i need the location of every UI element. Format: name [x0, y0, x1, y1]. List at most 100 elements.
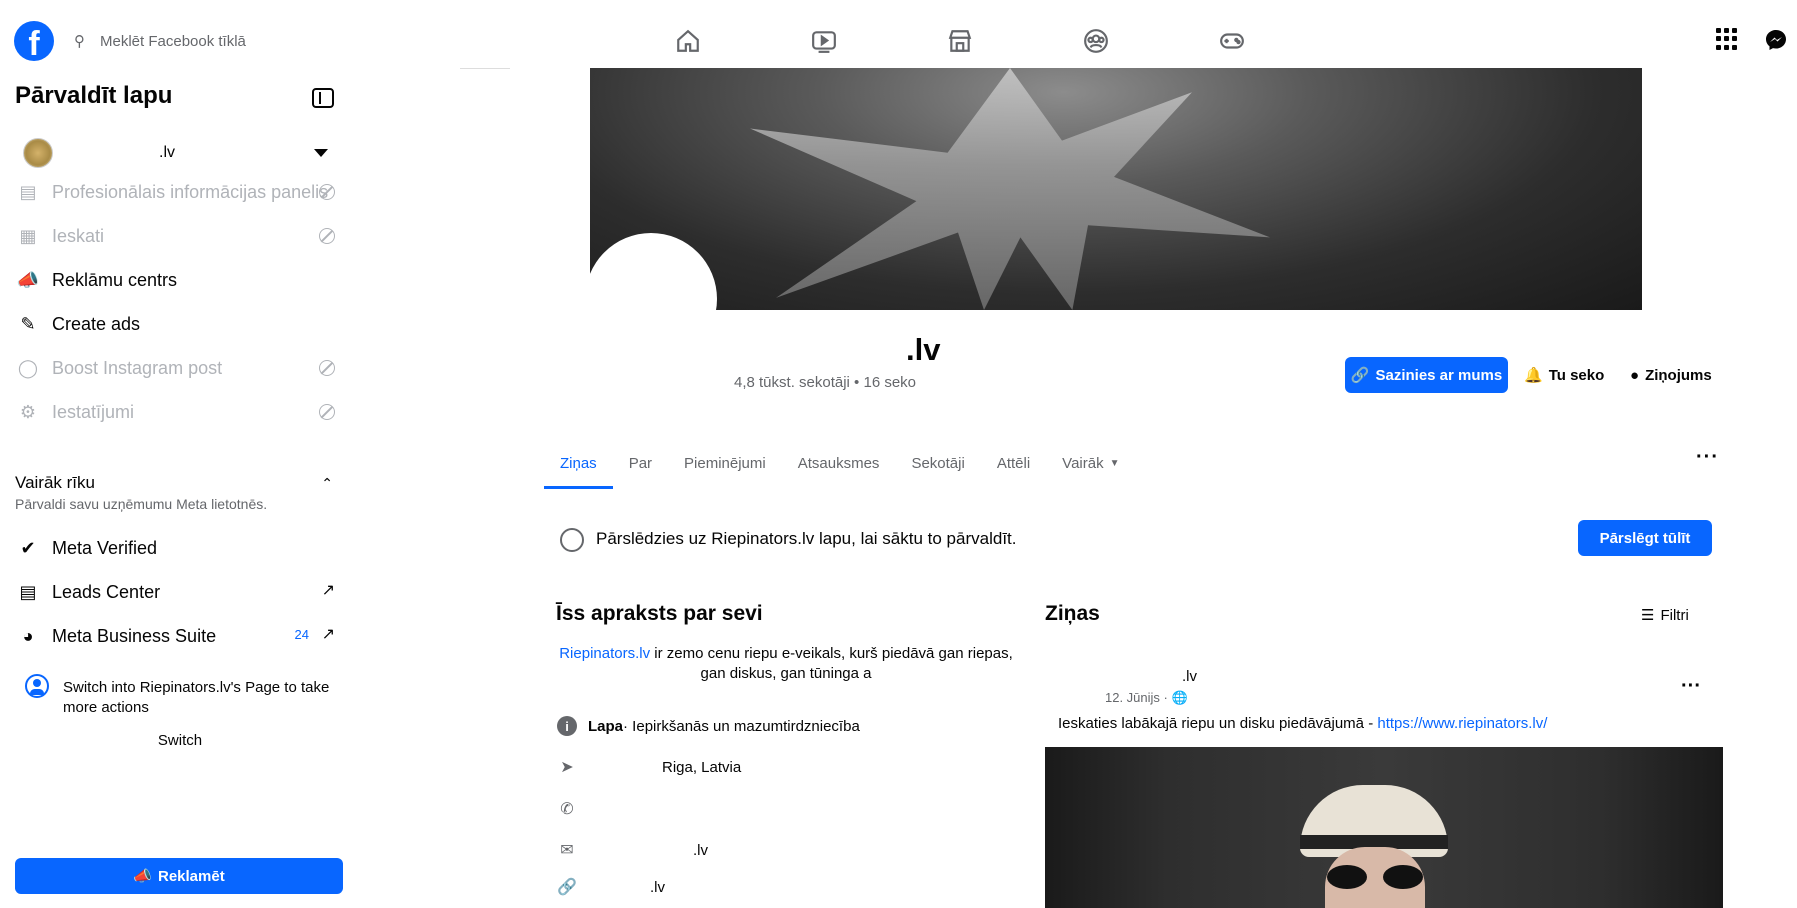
posts-heading: Ziņas: [1045, 602, 1100, 625]
post-date-text: 12. Jūnijs ·: [1105, 690, 1168, 705]
info-phone: ✆: [556, 797, 1016, 821]
sidebar-item-settings[interactable]: ⚙ Iestatījumi: [15, 394, 345, 430]
post-link[interactable]: https://www.riepinators.lv/: [1377, 715, 1547, 732]
facebook-logo-icon[interactable]: f: [14, 21, 54, 61]
page-switcher[interactable]: .lv: [15, 133, 340, 173]
top-navigation-bar: f ⚲ Meklēt Facebook tīklā: [0, 0, 1797, 68]
video-icon[interactable]: [756, 24, 892, 58]
sidebar-title: Pārvaldīt lapu: [15, 82, 173, 109]
tab-more-label: Vairāk: [1062, 454, 1104, 472]
tab-posts[interactable]: Ziņas: [544, 437, 613, 489]
locked-icon: [319, 228, 335, 244]
bio-link[interactable]: Riepinators.lv: [559, 645, 650, 662]
info-location: ➤ Riga, Latvia: [556, 755, 1016, 779]
sidebar-item-label: Iestatījumi: [52, 401, 135, 422]
tab-followers[interactable]: Sekotāji: [895, 437, 980, 489]
tab-more[interactable]: Vairāk ▼: [1046, 437, 1135, 489]
sidebar-item-ad-center[interactable]: 📣 Reklāmu centrs: [15, 262, 345, 298]
link-icon: 🔗: [1350, 367, 1370, 384]
insights-icon: ▦: [19, 225, 37, 246]
post-options-icon[interactable]: ···: [1681, 675, 1701, 698]
link-icon: 🔗: [557, 879, 577, 896]
external-link-icon: ↗: [321, 582, 335, 599]
caret-down-icon: [314, 149, 328, 157]
profile-switch-icon: [560, 528, 584, 552]
sidebar-item-leads-center[interactable]: ▤ Leads Center ↗: [15, 574, 345, 610]
post-timestamp[interactable]: 12. Jūnijs · 🌐: [1105, 690, 1188, 706]
message-label: Ziņojums: [1645, 366, 1712, 384]
sidebar-item-meta-business-suite[interactable]: ◕ Meta Business Suite 24 ↗: [15, 618, 345, 654]
more-tools-heading: Vairāk rīku: [15, 473, 95, 492]
filters-button[interactable]: ☰ Filtri: [1641, 606, 1689, 625]
follower-count[interactable]: 4,8 tūkst. sekotāji • 16 seko: [734, 374, 916, 391]
menu-grid-icon[interactable]: [1716, 28, 1738, 50]
email-text[interactable]: .lv: [693, 842, 708, 859]
category-label: Lapa: [588, 717, 624, 735]
bio-text: ir zemo cenu riepu e-veikals, kurš piedā…: [650, 645, 1013, 682]
tab-reviews[interactable]: Atsauksmes: [782, 437, 896, 489]
locked-icon: [319, 184, 335, 200]
megaphone-icon: 📣: [133, 868, 152, 885]
intro-bio: Riepinators.lv ir zemo cenu riepu e-veik…: [556, 644, 1016, 684]
contact-us-button[interactable]: 🔗 Sazinies ar mums: [1345, 357, 1508, 393]
following-button[interactable]: 🔔 Tu seko: [1524, 357, 1604, 393]
post-author[interactable]: .lv: [1182, 668, 1197, 685]
intro-section: Īss apraksts par sevi Riepinators.lv ir …: [556, 602, 1016, 684]
post-body: Ieskaties labākajā riepu un disku piedāv…: [1058, 715, 1378, 732]
tab-about[interactable]: Par: [613, 437, 668, 489]
more-options-icon[interactable]: ···: [1696, 446, 1719, 469]
search-icon: ⚲: [74, 33, 85, 50]
messenger-icon[interactable]: [1764, 28, 1788, 52]
megaphone-icon: 📣: [16, 269, 40, 290]
search-input[interactable]: ⚲ Meklēt Facebook tīklā: [64, 26, 304, 56]
profile-picture[interactable]: [585, 233, 717, 365]
collapse-sidebar-icon[interactable]: [312, 88, 334, 108]
gaming-icon[interactable]: [1164, 24, 1300, 58]
more-tools-section[interactable]: Vairāk rīku Pārvaldi savu uzņēmumu Meta …: [15, 473, 345, 512]
more-tools-subheading: Pārvaldi savu uzņēmumu Meta lietotnēs.: [15, 496, 268, 512]
location-text[interactable]: Riga, Latvia: [662, 759, 741, 776]
filter-sliders-icon: ☰: [1641, 607, 1655, 624]
sidebar-item-insights[interactable]: ▦ Ieskati: [15, 218, 345, 254]
sidebar-item-label: Reklāmu centrs: [52, 269, 178, 290]
business-suite-icon: ◕: [22, 625, 34, 646]
switch-now-button[interactable]: Pārslēgt tūlīt: [1578, 520, 1712, 556]
gear-icon: ⚙: [19, 401, 37, 422]
category-value: · Iepirkšanās un mazumtirdzniecība: [623, 717, 860, 735]
sidebar-item-create-ads[interactable]: ✎ Create ads: [15, 306, 345, 342]
info-icon-wrap: i: [556, 715, 578, 737]
tab-photos[interactable]: Attēli: [981, 437, 1046, 489]
directions-icon: ➤: [560, 759, 574, 776]
phone-icon: ✆: [560, 801, 574, 818]
home-icon[interactable]: [620, 24, 756, 58]
message-button[interactable]: ● Ziņojums: [1630, 357, 1712, 393]
divider: [460, 68, 510, 69]
sidebar-item-meta-verified[interactable]: ✔ Meta Verified: [15, 530, 345, 566]
cover-photo[interactable]: [590, 68, 1642, 310]
marketplace-icon[interactable]: [892, 24, 1028, 58]
promote-button[interactable]: 📣 Reklamēt: [15, 858, 343, 894]
contact-us-label: Sazinies ar mums: [1375, 366, 1503, 384]
tab-mentions[interactable]: Pieminējumi: [668, 437, 782, 489]
sidebar-item-label: Meta Business Suite: [52, 625, 217, 646]
filters-label: Filtri: [1660, 606, 1689, 624]
groups-icon[interactable]: [1028, 24, 1164, 58]
sidebar-item-label: Create ads: [52, 313, 141, 334]
info-website: 🔗 .lv: [556, 875, 1016, 899]
manage-page-sidebar: Pārvaldīt lapu .lv ▤ Profesionālais info…: [0, 68, 352, 908]
info-icon: i: [557, 716, 577, 736]
switch-page-notice-text: Pārslēdzies uz Riepinators.lv lapu, lai …: [596, 529, 1017, 548]
envelope-icon: ✉: [560, 842, 574, 859]
post-text: Ieskaties labākajā riepu un disku piedāv…: [1058, 715, 1547, 732]
verified-badge-icon: ✔: [20, 537, 36, 558]
sidebar-item-professional-dashboard[interactable]: ▤ Profesionālais informācijas panelis: [15, 174, 345, 210]
post-image-glasses: [1327, 865, 1423, 889]
locked-icon: [319, 404, 335, 420]
website-text[interactable]: .lv: [650, 879, 665, 896]
switch-button[interactable]: Switch: [15, 732, 345, 749]
chevron-up-icon[interactable]: ⌃: [321, 475, 333, 492]
profile-tabs: Ziņas Par Pieminējumi Atsauksmes Sekotāj…: [544, 437, 1135, 489]
sidebar-item-boost-instagram-post[interactable]: ◯ Boost Instagram post: [15, 350, 345, 386]
contact-card-icon: ▤: [19, 581, 37, 602]
post-image[interactable]: [1045, 747, 1723, 908]
